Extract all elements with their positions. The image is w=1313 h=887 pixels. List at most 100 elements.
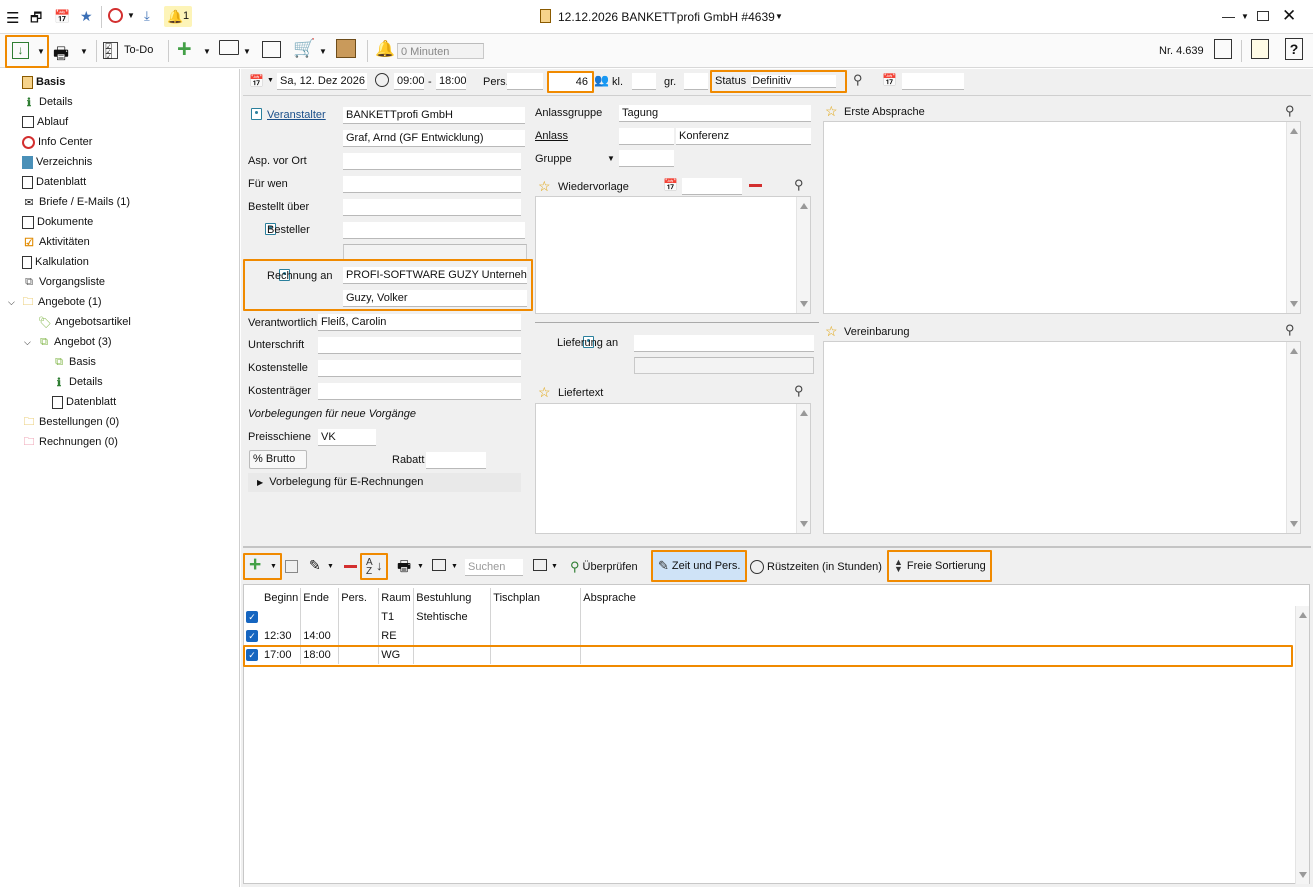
- pers-count-field[interactable]: 46: [547, 71, 594, 93]
- cell-beginn[interactable]: [262, 607, 302, 626]
- rechnung-field[interactable]: PROFI-SOFTWARE GUZY Unternehme: [343, 267, 527, 284]
- compass-icon[interactable]: [108, 8, 123, 23]
- cell-ende[interactable]: 14:00: [300, 626, 340, 645]
- vereinbarung-scrollbar[interactable]: [1286, 342, 1300, 533]
- nav-bestellungen[interactable]: 🗀 Bestellungen (0): [22, 412, 120, 432]
- row-checkbox[interactable]: ✓: [246, 610, 258, 623]
- nav-datenblatt[interactable]: Datenblatt: [22, 172, 86, 192]
- cell-beginn[interactable]: 12:30: [262, 626, 302, 645]
- kl-field[interactable]: [632, 73, 656, 90]
- nav-basis[interactable]: Basis: [22, 72, 65, 92]
- grid-col-pers[interactable]: Pers.: [338, 588, 380, 607]
- nav-dokumente[interactable]: Dokumente: [22, 212, 93, 232]
- comment-dropdown-icon[interactable]: ▼: [243, 47, 251, 56]
- wiedervorlage-star-icon[interactable]: ☆: [538, 179, 551, 193]
- cell-absprache[interactable]: [581, 607, 1293, 626]
- save-button[interactable]: ↓ ▼: [5, 35, 49, 68]
- grid-col-tischplan[interactable]: Tischplan: [490, 588, 582, 607]
- maximize-icon[interactable]: [1257, 11, 1269, 21]
- row-checkbox[interactable]: ✓: [246, 629, 258, 642]
- erste-absprache-scrollbar[interactable]: [1286, 122, 1300, 313]
- nav-angebote[interactable]: ⌵ 🗀 Angebote (1): [8, 292, 102, 312]
- calendar-clock-icon[interactable]: 📅: [54, 9, 70, 25]
- menu-icon[interactable]: ☰: [6, 9, 19, 27]
- export-dropdown-icon[interactable]: ▼: [551, 563, 558, 570]
- cell-tischplan[interactable]: [490, 607, 582, 626]
- columns-dropdown-icon[interactable]: ▼: [451, 563, 458, 570]
- cell-pers[interactable]: [338, 607, 380, 626]
- liefertext-textarea[interactable]: [535, 403, 811, 534]
- favorite-icon[interactable]: ★: [80, 8, 93, 25]
- pers-field[interactable]: [507, 73, 543, 90]
- nav-ablauf[interactable]: Ablauf: [22, 112, 68, 132]
- nav-info-center[interactable]: Info Center: [22, 132, 92, 152]
- nav-rechnungen[interactable]: 🗀 Rechnungen (0): [22, 432, 118, 452]
- veranstalter-contact-field[interactable]: Graf, Arnd (GF Entwicklung): [343, 130, 525, 147]
- freie-sortierung-button[interactable]: ▲ ▼ Freie Sortierung: [887, 550, 992, 582]
- ruestzeiten-button[interactable]: Rüstzeiten (in Stunden): [750, 557, 882, 577]
- copy-icon[interactable]: [285, 560, 298, 573]
- date-field[interactable]: Sa, 12. Dez 2026: [277, 73, 367, 90]
- todo-button[interactable]: ☑ ☑ ☑ To-Do: [103, 39, 159, 61]
- wiedervorlage-date-field[interactable]: [682, 178, 742, 195]
- help-icon[interactable]: ?: [1285, 38, 1303, 60]
- cell-tischplan[interactable]: [490, 626, 582, 645]
- add-icon[interactable]: +: [177, 35, 192, 64]
- cell-raum[interactable]: RE: [378, 626, 415, 645]
- calendar-icon[interactable]: 📅: [249, 74, 264, 88]
- vereinbarung-zoom-icon[interactable]: ⚲: [1285, 322, 1295, 338]
- bestellt-field[interactable]: [343, 199, 521, 216]
- status-zoom-icon[interactable]: ⚲: [853, 72, 863, 88]
- erste-absprache-zoom-icon[interactable]: ⚲: [1285, 103, 1295, 119]
- reminder-bell-icon[interactable]: 🔔: [375, 39, 395, 59]
- anlass-code-field[interactable]: [619, 128, 674, 145]
- cell-absprache[interactable]: [581, 626, 1293, 645]
- nav-details[interactable]: ℹ Details: [22, 92, 73, 112]
- wiedervorlage-zoom-icon[interactable]: ⚲: [794, 177, 804, 193]
- grid-col-bestuhlung[interactable]: Bestuhlung: [413, 588, 492, 607]
- liefertext-star-icon[interactable]: ☆: [538, 385, 551, 399]
- add-dropdown-icon[interactable]: ▼: [203, 47, 211, 56]
- wiedervorlage-textarea[interactable]: [535, 196, 811, 314]
- table-row[interactable]: ✓ 12:30 14:00 RE: [244, 626, 1293, 645]
- time-from-field[interactable]: 09:00: [394, 73, 424, 90]
- erste-absprache-star-icon[interactable]: ☆: [825, 104, 838, 118]
- windows-icon[interactable]: 🗗: [30, 9, 42, 31]
- tree-expand-icon[interactable]: ⌵: [8, 297, 21, 308]
- cart-icon[interactable]: 🛒: [293, 38, 315, 59]
- lieferung-field[interactable]: [634, 335, 814, 352]
- export-icon[interactable]: [533, 559, 547, 571]
- rechnung-contact-field[interactable]: Guzy, Volker: [343, 290, 527, 307]
- nav-kalkulation[interactable]: Kalkulation: [22, 252, 89, 272]
- history-icon[interactable]: [1214, 39, 1232, 59]
- rabatt-field[interactable]: [426, 452, 486, 469]
- nav-angebot-details[interactable]: ℹ Details: [52, 372, 103, 392]
- cell-bestuhlung[interactable]: Stehtische: [413, 607, 492, 626]
- title-dropdown-icon[interactable]: ▼: [775, 12, 783, 21]
- columns-icon[interactable]: [432, 559, 446, 571]
- document-clock-icon[interactable]: [1251, 39, 1269, 59]
- date-dropdown-icon[interactable]: ▼: [267, 77, 274, 84]
- print-icon[interactable]: 🖶: [397, 556, 411, 581]
- liefertext-zoom-icon[interactable]: ⚲: [794, 383, 804, 399]
- vereinbarung-star-icon[interactable]: ☆: [825, 324, 838, 338]
- liefertext-scrollbar[interactable]: [796, 404, 810, 533]
- nav-angebot-basis[interactable]: ⧉ Basis: [52, 352, 96, 372]
- fuer-wen-field[interactable]: [343, 176, 521, 193]
- anlass-field[interactable]: Konferenz: [676, 128, 811, 145]
- wiedervorlage-scrollbar[interactable]: [796, 197, 810, 313]
- nav-aktivitaeten[interactable]: ☑ Aktivitäten: [22, 232, 90, 252]
- remove-icon[interactable]: [749, 184, 762, 187]
- comment-icon[interactable]: [219, 40, 239, 55]
- nav-vorgangsliste[interactable]: ⧉ Vorgangsliste: [22, 272, 105, 292]
- reminder-field[interactable]: 0 Minuten: [397, 43, 484, 59]
- grid-col-beginn[interactable]: Beginn: [262, 588, 302, 607]
- tree-expand-icon[interactable]: ⌵: [24, 337, 37, 348]
- verantwortlich-field[interactable]: Fleiß, Carolin: [318, 314, 521, 331]
- nav-verzeichnis[interactable]: Verzeichnis: [22, 152, 92, 172]
- notification-area[interactable]: 🔔 1: [164, 6, 192, 27]
- asp-field[interactable]: [343, 153, 521, 170]
- print-dropdown-icon[interactable]: ▼: [80, 47, 88, 56]
- anlassgruppe-field[interactable]: Tagung: [619, 105, 811, 122]
- table-row[interactable]: ✓ T1 Stehtische: [244, 607, 1293, 626]
